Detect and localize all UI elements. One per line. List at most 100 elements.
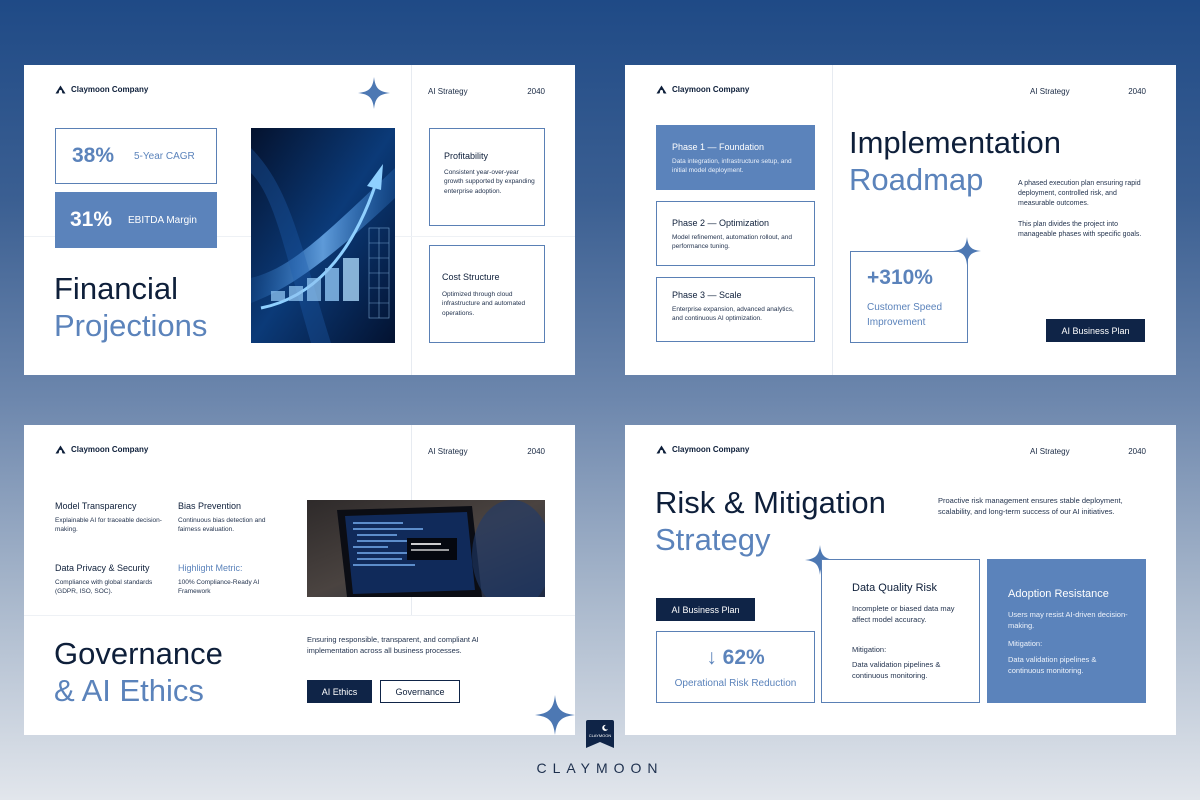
claymoon-logo-icon	[55, 445, 66, 454]
sparkle-icon	[358, 77, 390, 109]
phase-card: Phase 2 — Optimization Model refinement,…	[656, 201, 815, 266]
card-profitability: Profitability Consistent year-over-year …	[429, 128, 545, 226]
stat-cagr: 38% 5-Year CAGR	[55, 128, 217, 184]
intro-paragraph: A phased execution plan ensuring rapid d…	[1018, 180, 1141, 208]
slide-risk-mitigation: Claymoon Company AI Strategy 2040 Risk &…	[625, 425, 1176, 735]
phase-title: Phase 1 — Foundation	[672, 142, 765, 152]
growth-chart-image	[251, 128, 395, 343]
header-year: 2040	[1128, 447, 1146, 456]
mitigation-label: Mitigation:	[1008, 639, 1043, 648]
badge-text: CLAYMOON	[589, 733, 612, 738]
metric-card: +310% Customer Speed Improvement	[850, 251, 968, 343]
risk-card-adoption: Adoption Resistance Users may resist AI-…	[987, 559, 1146, 703]
ethics-item: Data Privacy & Security Compliance with …	[55, 563, 170, 597]
ai-business-plan-button[interactable]: AI Business Plan	[656, 598, 755, 621]
ai-business-plan-button[interactable]: AI Business Plan	[1046, 319, 1145, 342]
brand-name: Claymoon Company	[71, 85, 149, 94]
header-strategy: AI Strategy	[1030, 87, 1070, 96]
item-body: Continuous bias detection and fairness e…	[178, 517, 266, 534]
title-line-1: Financial	[54, 271, 179, 306]
item-title: Bias Prevention	[178, 501, 242, 511]
card-title: Data Quality Risk	[852, 582, 937, 594]
item-title: Data Privacy & Security	[55, 563, 150, 573]
risk-card-data-quality: Data Quality Risk Incomplete or biased d…	[821, 559, 980, 703]
slide-title: Risk & Mitigation Strategy	[655, 485, 886, 558]
claymoon-badge: CLAYMOON	[584, 718, 616, 750]
slide-financial-projections: Claymoon Company AI Strategy 2040 38% 5-…	[24, 65, 575, 375]
header-strategy: AI Strategy	[428, 447, 468, 456]
divider	[411, 65, 412, 375]
stat-value: 31%	[70, 208, 113, 231]
item-body: Compliance with global standards (GDPR, …	[55, 579, 153, 596]
card-body: Consistent year-over-year growth support…	[444, 169, 535, 195]
divider	[24, 615, 575, 616]
metric-label: Operational Risk Reduction	[674, 678, 797, 689]
card-cost-structure: Cost Structure Optimized through cloud i…	[429, 245, 545, 343]
card-title: Adoption Resistance	[1008, 588, 1109, 600]
card-title: Profitability	[444, 151, 489, 161]
claymoon-logo-icon	[656, 85, 667, 94]
stat-label: EBITDA Margin	[128, 215, 197, 226]
ai-ethics-button[interactable]: AI Ethics	[307, 680, 372, 703]
card-body: Users may resist AI-driven decision-maki…	[1008, 610, 1128, 630]
title-line-2: Strategy	[655, 521, 771, 557]
title-line-2: & AI Ethics	[54, 672, 204, 708]
mitigation-body: Data validation pipelines & continuous m…	[852, 660, 941, 680]
footer-wordmark: CLAYMOON	[536, 760, 664, 776]
item-title: Highlight Metric:	[178, 563, 243, 573]
phase-title: Phase 2 — Optimization	[672, 218, 770, 228]
metric-value-row: ↓ 62%	[657, 646, 814, 670]
item-body: Explainable AI for traceable decision-ma…	[55, 517, 162, 534]
slide-implementation-roadmap: Claymoon Company AI Strategy 2040 Phase …	[625, 65, 1176, 375]
header-year: 2040	[527, 87, 545, 96]
header-strategy: AI Strategy	[1030, 447, 1070, 456]
title-line-1: Implementation	[849, 125, 1061, 160]
phase-title: Phase 3 — Scale	[672, 290, 742, 300]
slide-governance-ethics: Claymoon Company AI Strategy 2040 Model …	[24, 425, 575, 735]
slide-title: Financial Projections	[54, 271, 207, 344]
phase-card: Phase 1 — Foundation Data integration, i…	[656, 125, 815, 190]
title-line-1: Risk & Mitigation	[655, 485, 886, 520]
item-title: Model Transparency	[55, 501, 137, 511]
divider	[832, 65, 833, 375]
title-line-2: Projections	[54, 307, 208, 343]
mitigation-body: Data validation pipelines & continuous m…	[1008, 655, 1097, 675]
ethics-item: Bias Prevention Continuous bias detectio…	[178, 501, 288, 535]
brand-logo: Claymoon Company	[55, 445, 148, 454]
card-title: Cost Structure	[442, 272, 500, 282]
stat-ebitda: 31% EBITDA Margin	[55, 192, 217, 248]
metric-card: ↓ 62% Operational Risk Reduction	[656, 631, 815, 703]
item-body: 100% Compliance-Ready AI Framework	[178, 579, 260, 596]
metric-value: 62%	[722, 646, 765, 669]
metric-label: Customer Speed Improvement	[867, 302, 943, 328]
brand-logo: Claymoon Company	[55, 85, 148, 94]
metric-value: +310%	[867, 266, 933, 289]
card-body: Optimized through cloud infrastructure a…	[442, 291, 526, 317]
card-body: Incomplete or biased data may affect mod…	[852, 604, 955, 624]
brand-name: Claymoon Company	[672, 85, 750, 94]
claymoon-logo-icon	[55, 85, 66, 94]
governance-button[interactable]: Governance	[380, 680, 460, 703]
scope-paragraph: This plan divides the project into manag…	[1018, 221, 1142, 239]
phase-body: Model refinement, automation rollout, an…	[672, 234, 792, 251]
brand-logo: Claymoon Company	[656, 85, 749, 94]
header-year: 2040	[1128, 87, 1146, 96]
brand-name: Claymoon Company	[672, 445, 750, 454]
phase-body: Enterprise expansion, advanced analytics…	[672, 306, 794, 323]
header-year: 2040	[527, 447, 545, 456]
claymoon-logo-icon	[656, 445, 667, 454]
title-line-1: Governance	[54, 636, 223, 671]
brand-logo: Claymoon Company	[656, 445, 749, 454]
stat-label: 5-Year CAGR	[134, 151, 195, 162]
phase-body: Data integration, infrastructure setup, …	[672, 158, 792, 175]
sparkle-icon	[535, 695, 575, 735]
phase-card: Phase 3 — Scale Enterprise expansion, ad…	[656, 277, 815, 342]
ethics-item: Highlight Metric: 100% Compliance-Ready …	[178, 563, 288, 597]
intro-paragraph: Ensuring responsible, transparent, and c…	[307, 635, 479, 655]
intro-paragraph: Proactive risk management ensures stable…	[938, 496, 1123, 516]
arrow-down-icon: ↓	[706, 646, 717, 669]
sparkle-icon	[953, 237, 981, 265]
mitigation-label: Mitigation:	[852, 645, 887, 654]
laptop-code-image	[307, 500, 545, 597]
claymoon-badge-icon: CLAYMOON	[586, 720, 614, 748]
